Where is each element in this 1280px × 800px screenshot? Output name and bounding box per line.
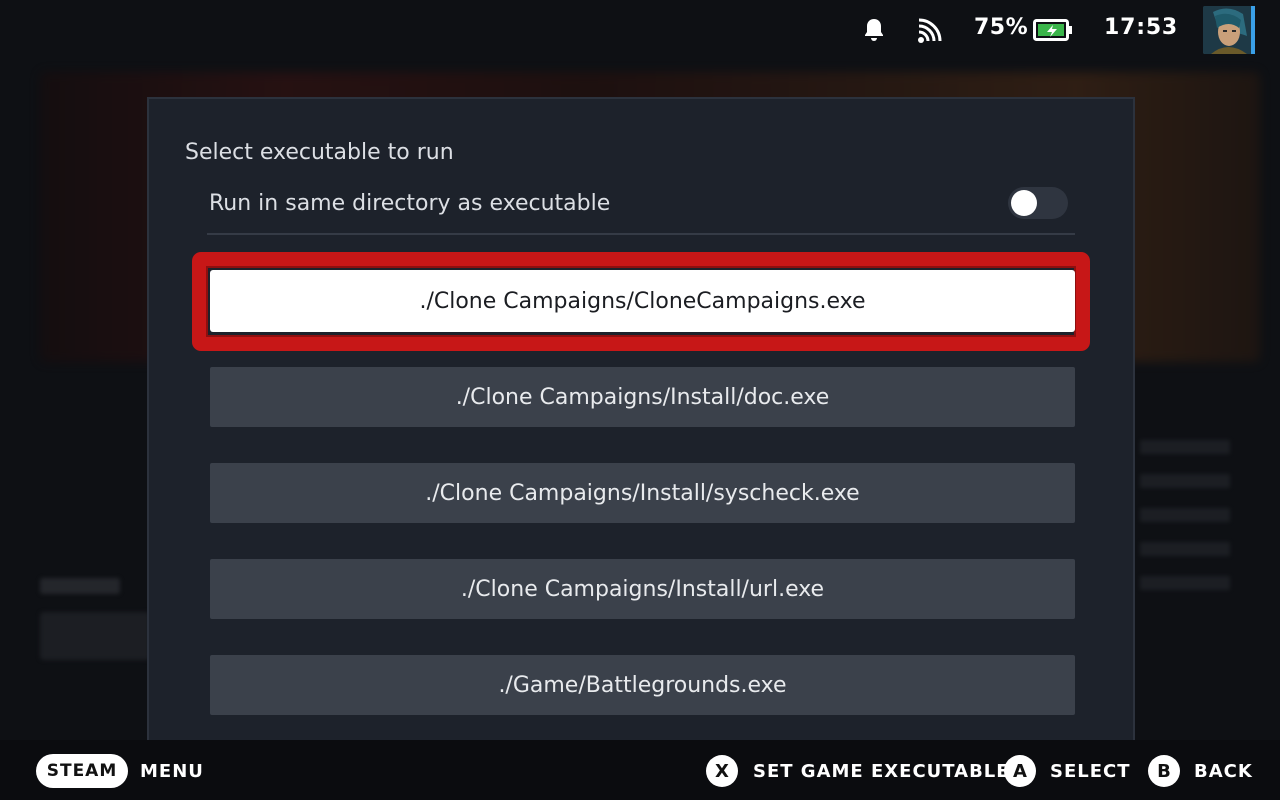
avatar-status-bar <box>1251 6 1255 54</box>
battery-charging-icon <box>1033 19 1072 41</box>
set-game-executable-hint[interactable]: SET GAME EXECUTABLE <box>753 761 1010 782</box>
x-button-glyph: X <box>706 755 738 787</box>
executable-option-doc[interactable]: ./Clone Campaigns/Install/doc.exe <box>210 367 1075 427</box>
executable-option-syscheck[interactable]: ./Clone Campaigns/Install/syscheck.exe <box>210 463 1075 523</box>
executable-option-clonecampaigns[interactable]: ./Clone Campaigns/CloneCampaigns.exe <box>210 270 1075 332</box>
executable-option-battlegrounds[interactable]: ./Game/Battlegrounds.exe <box>210 655 1075 715</box>
a-button-glyph: A <box>1004 755 1036 787</box>
battery-percentage: 75% <box>974 15 1029 40</box>
run-same-directory-toggle[interactable] <box>1008 187 1068 219</box>
steam-button[interactable]: STEAM <box>36 754 128 788</box>
run-same-directory-row[interactable]: Run in same directory as executable <box>207 183 1075 235</box>
executable-option-url[interactable]: ./Clone Campaigns/Install/url.exe <box>210 559 1075 619</box>
b-button-glyph: B <box>1148 755 1180 787</box>
background-play-button <box>40 612 150 660</box>
run-same-directory-label: Run in same directory as executable <box>209 191 611 216</box>
clock: 17:53 <box>1104 15 1179 40</box>
avatar-portrait-icon <box>1203 6 1253 54</box>
background-side-details <box>1140 440 1230 610</box>
wifi-icon[interactable] <box>916 18 942 44</box>
select-hint[interactable]: SELECT <box>1050 761 1131 782</box>
menu-label: MENU <box>140 761 204 782</box>
back-hint[interactable]: BACK <box>1194 761 1253 782</box>
status-bar: 75% 17:53 <box>0 0 1280 60</box>
dialog-title: Select executable to run <box>185 140 454 165</box>
background-subtitle <box>40 578 120 594</box>
select-executable-dialog: Select executable to run Run in same dir… <box>147 97 1135 757</box>
footer-button-hints: STEAM MENU X SET GAME EXECUTABLE A SELEC… <box>0 740 1280 800</box>
toggle-knob <box>1011 190 1037 216</box>
user-avatar[interactable] <box>1203 6 1253 54</box>
bell-icon[interactable] <box>862 17 886 43</box>
